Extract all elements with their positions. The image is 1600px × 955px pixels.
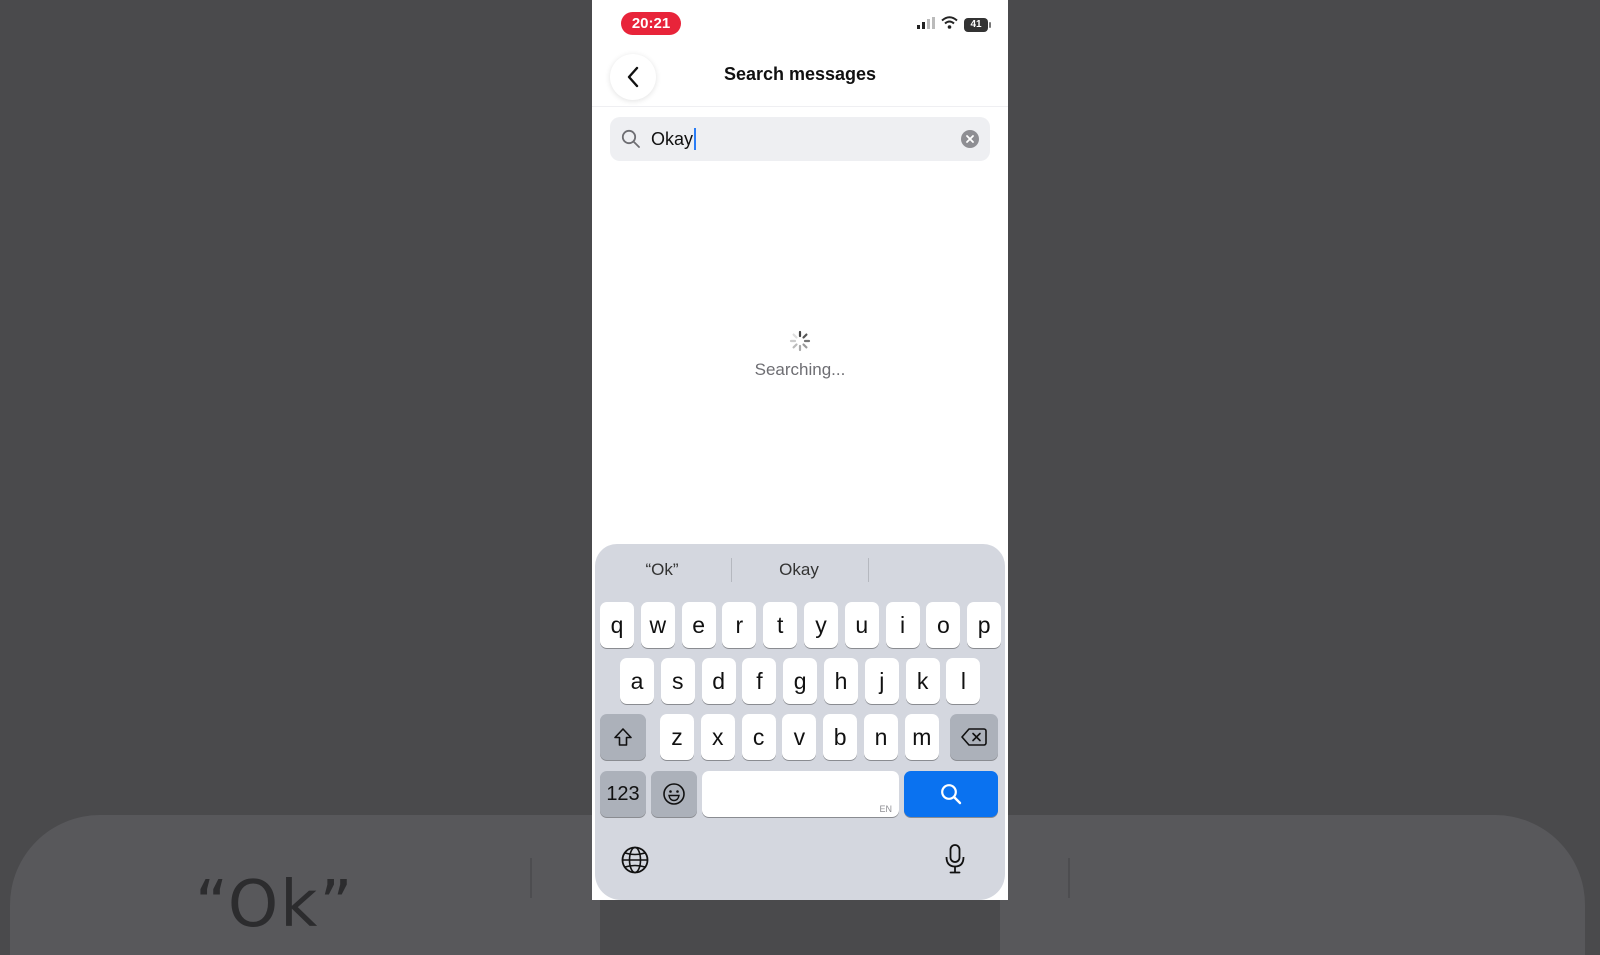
space-key[interactable]: EN bbox=[702, 771, 899, 817]
space-language-label: EN bbox=[879, 804, 892, 814]
background-ghost-text: “Ok” bbox=[195, 868, 355, 942]
key-r[interactable]: r bbox=[722, 602, 757, 648]
spinner-icon bbox=[789, 330, 811, 352]
key-j[interactable]: j bbox=[864, 658, 899, 704]
suggestion-2[interactable]: Okay bbox=[732, 552, 866, 588]
key-a[interactable]: a bbox=[620, 658, 654, 704]
globe-icon bbox=[621, 846, 649, 874]
status-time: 20:21 bbox=[621, 12, 681, 35]
key-w[interactable]: w bbox=[640, 602, 675, 648]
keyboard: “Ok” Okay qwertyuiop asdfghjkl zxcvbnm 123 bbox=[595, 544, 1005, 900]
key-f[interactable]: f bbox=[742, 658, 777, 704]
loading-text: Searching... bbox=[754, 360, 846, 379]
back-button[interactable] bbox=[610, 54, 656, 100]
globe-key[interactable] bbox=[617, 842, 653, 878]
key-t[interactable]: t bbox=[763, 602, 798, 648]
search-key[interactable] bbox=[904, 771, 998, 817]
key-g[interactable]: g bbox=[783, 658, 818, 704]
key-s[interactable]: s bbox=[660, 658, 695, 704]
search-icon bbox=[621, 129, 641, 154]
key-k[interactable]: k bbox=[905, 658, 940, 704]
emoji-key[interactable] bbox=[651, 771, 697, 817]
microphone-icon bbox=[945, 844, 965, 874]
search-input-value: Okay bbox=[651, 128, 697, 150]
background-divider bbox=[530, 858, 532, 898]
key-c[interactable]: c bbox=[741, 714, 776, 760]
key-n[interactable]: n bbox=[864, 714, 898, 760]
backspace-icon bbox=[961, 728, 987, 746]
key-u[interactable]: u bbox=[844, 602, 879, 648]
key-d[interactable]: d bbox=[701, 658, 736, 704]
phone-screen: 20:21 41 Search messages Okay Searching.… bbox=[592, 0, 1008, 900]
key-p[interactable]: p bbox=[967, 602, 1002, 648]
clear-search-button[interactable] bbox=[961, 130, 979, 148]
text-caret bbox=[694, 128, 697, 150]
key-h[interactable]: h bbox=[824, 658, 858, 704]
signal-icon bbox=[917, 16, 935, 34]
search-query: Okay bbox=[651, 128, 694, 149]
search-input[interactable]: Okay bbox=[610, 117, 990, 161]
wifi-icon bbox=[941, 16, 958, 34]
nav-bar: Search messages bbox=[592, 46, 1008, 107]
battery-icon: 41 bbox=[964, 18, 991, 32]
key-e[interactable]: e bbox=[681, 602, 716, 648]
status-icons: 41 bbox=[917, 16, 991, 34]
emoji-icon bbox=[663, 783, 685, 805]
key-z[interactable]: z bbox=[660, 714, 694, 760]
key-l[interactable]: l bbox=[946, 658, 981, 704]
loading-indicator: Searching... bbox=[592, 330, 1008, 380]
key-o[interactable]: o bbox=[926, 602, 961, 648]
key-m[interactable]: m bbox=[904, 714, 939, 760]
dictation-key[interactable] bbox=[937, 840, 973, 878]
key-i[interactable]: i bbox=[885, 602, 920, 648]
numbers-key[interactable]: 123 bbox=[600, 771, 646, 817]
key-q[interactable]: q bbox=[600, 602, 634, 648]
key-x[interactable]: x bbox=[700, 714, 735, 760]
suggestion-1[interactable]: “Ok” bbox=[595, 552, 729, 588]
shift-icon bbox=[614, 728, 632, 746]
search-icon bbox=[941, 784, 962, 805]
shift-key[interactable] bbox=[600, 714, 646, 760]
key-b[interactable]: b bbox=[823, 714, 858, 760]
key-y[interactable]: y bbox=[804, 602, 838, 648]
suggestion-divider bbox=[868, 558, 869, 582]
status-bar: 20:21 41 bbox=[592, 0, 1008, 46]
chevron-left-icon bbox=[627, 66, 639, 88]
background-blur-right bbox=[1000, 815, 1585, 955]
key-v[interactable]: v bbox=[782, 714, 817, 760]
backspace-key[interactable] bbox=[950, 714, 998, 760]
close-icon bbox=[966, 135, 974, 143]
suggestion-bar: “Ok” Okay bbox=[595, 552, 1005, 588]
background-divider bbox=[1068, 858, 1070, 898]
